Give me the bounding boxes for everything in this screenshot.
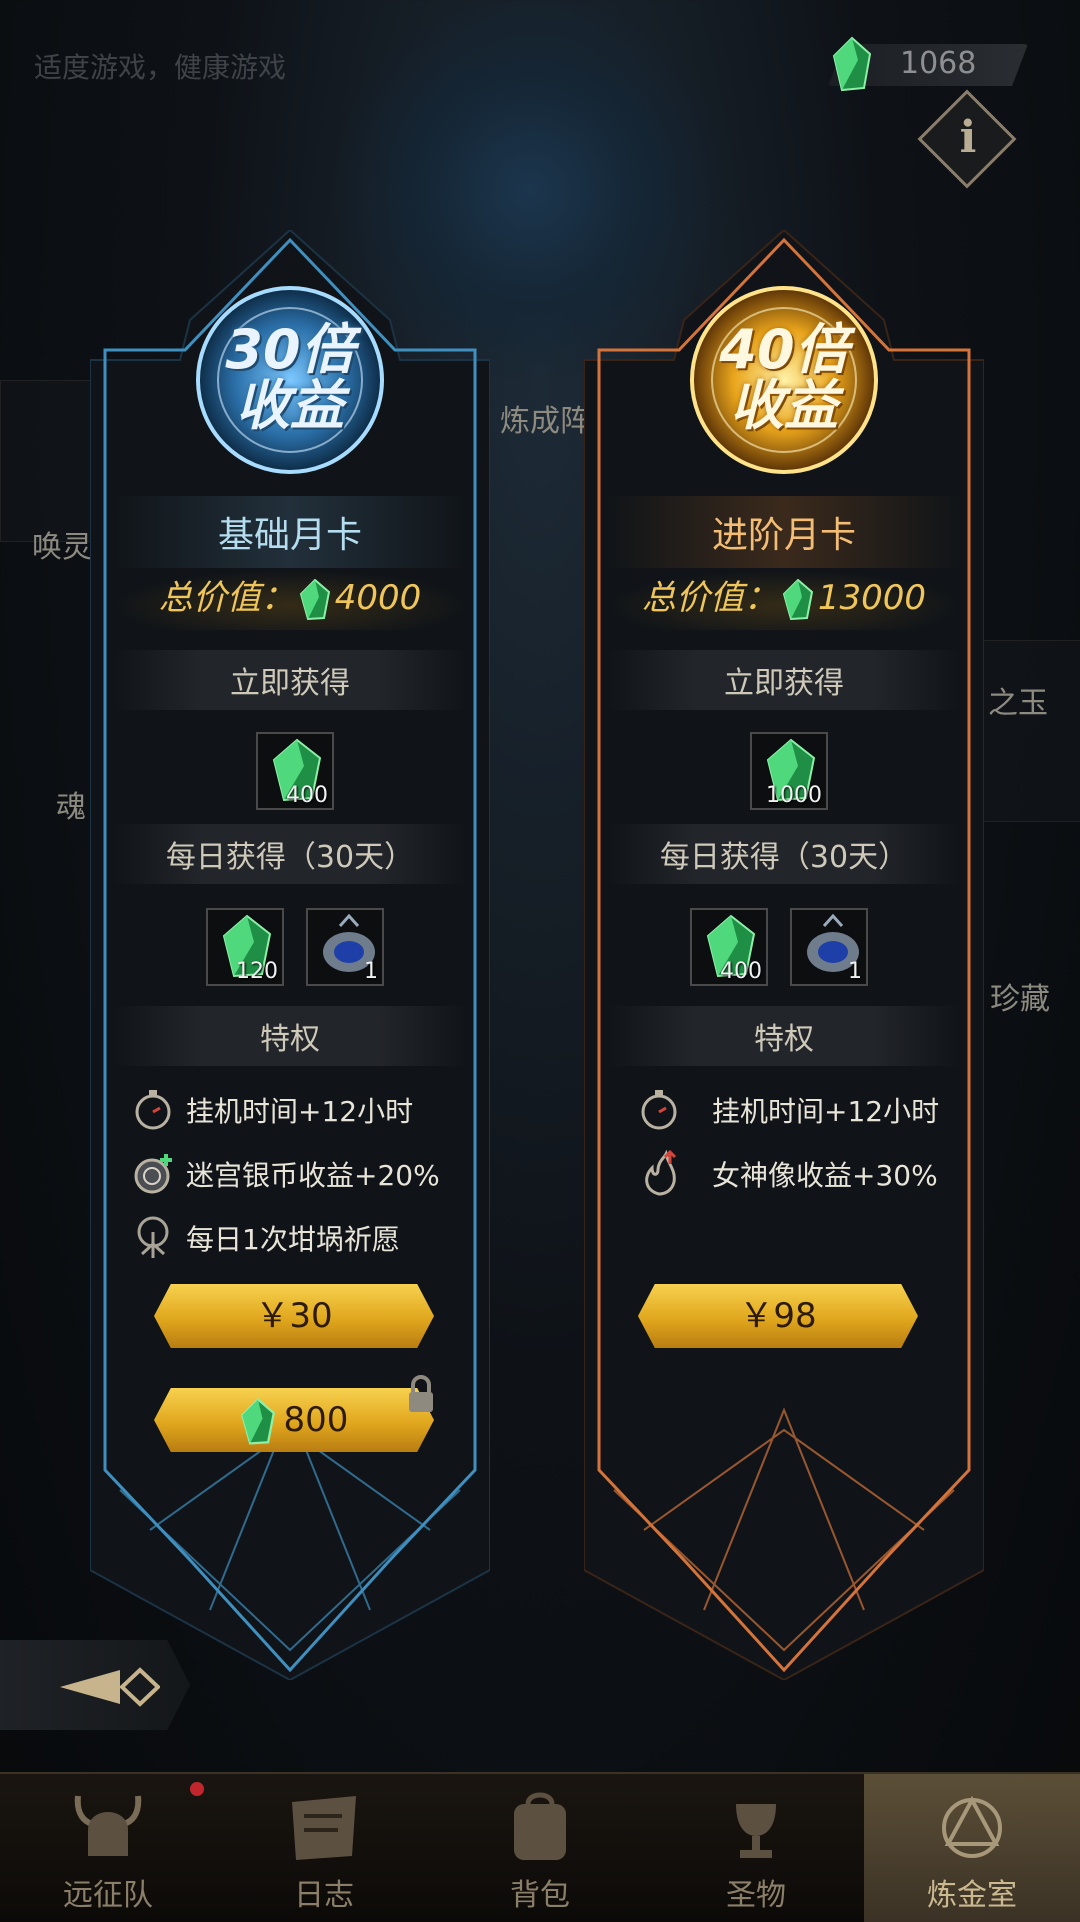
currency-value: 1068 bbox=[900, 46, 977, 81]
backpack-icon bbox=[514, 1792, 566, 1860]
privilege-text: 迷宫银币收益+20% bbox=[186, 1159, 440, 1192]
nav-label: 日志 bbox=[294, 1878, 354, 1913]
horned-helmet-icon bbox=[74, 1795, 142, 1856]
emblem-text: 30倍 收益 bbox=[180, 322, 400, 434]
total-value: 13000 bbox=[817, 578, 927, 618]
privilege-row: 每日1次坩埚祈愿 bbox=[130, 1210, 470, 1266]
background-label-treasure: 珍藏 bbox=[990, 982, 1050, 1017]
daily-reward-heading: 每日获得（30天） bbox=[606, 824, 962, 884]
nav-tab-backpack[interactable]: 背包 bbox=[432, 1774, 648, 1922]
privilege-row: 挂机时间+12小时 bbox=[130, 1082, 470, 1138]
background-label-soul: 魂 bbox=[56, 790, 86, 825]
green-gem-icon bbox=[782, 578, 813, 620]
card-title: 进阶月卡 bbox=[606, 496, 962, 568]
nav-label: 圣物 bbox=[726, 1878, 786, 1913]
privilege-text: 挂机时间+12小时 bbox=[712, 1095, 940, 1128]
item-count: 1000 bbox=[766, 783, 822, 808]
emblem-text: 40倍 收益 bbox=[674, 322, 894, 434]
daily-reward-item-ore[interactable]: 1 bbox=[790, 908, 868, 986]
scroll-map-icon bbox=[292, 1796, 356, 1860]
bottom-navigation: 远征队 日志 背包 圣物 炼金室 bbox=[0, 1772, 1080, 1922]
daily-reward-heading: 每日获得（30天） bbox=[112, 824, 468, 884]
green-gem-icon bbox=[832, 36, 872, 92]
background-label-jade: 之玉 bbox=[988, 686, 1048, 721]
green-gem-icon bbox=[299, 578, 330, 620]
buy-button-gems[interactable]: 800 bbox=[154, 1388, 434, 1452]
flame-arrow-icon bbox=[645, 1150, 677, 1196]
emblem-subtitle: 收益 bbox=[236, 374, 344, 437]
total-value: 4000 bbox=[334, 578, 422, 618]
nav-label: 炼金室 bbox=[927, 1878, 1017, 1913]
stopwatch-icon bbox=[135, 1090, 171, 1130]
item-count: 400 bbox=[720, 959, 762, 984]
alchemy-icon bbox=[942, 1795, 1002, 1858]
item-count: 1 bbox=[848, 959, 862, 984]
instant-reward-item[interactable]: 400 bbox=[256, 732, 334, 810]
nav-tab-alchemy[interactable]: 炼金室 bbox=[864, 1774, 1080, 1922]
privilege-text: 每日1次坩埚祈愿 bbox=[186, 1223, 400, 1256]
background-label-summon: 唤灵 bbox=[32, 530, 92, 565]
emblem-subtitle: 收益 bbox=[730, 374, 838, 437]
buy-button-cash[interactable]: ￥98 bbox=[638, 1284, 918, 1348]
stopwatch-icon bbox=[641, 1090, 677, 1130]
background-frame-left bbox=[0, 380, 102, 542]
item-count: 120 bbox=[236, 959, 278, 984]
privilege-row: 迷宫银币收益+20% bbox=[130, 1146, 470, 1202]
instant-reward-heading: 立即获得 bbox=[112, 650, 468, 710]
emblem-multiplier: 30倍 bbox=[225, 318, 355, 381]
advanced-monthly-card: 40倍 收益 进阶月卡 总价值： 13000 立即获得 1000 每日获得（30天… bbox=[584, 230, 984, 1680]
total-label: 总价值： bbox=[641, 578, 778, 618]
tree-icon bbox=[137, 1216, 169, 1258]
buy-button-cash[interactable]: ￥30 bbox=[154, 1284, 434, 1348]
privilege-heading: 特权 bbox=[606, 1006, 962, 1066]
privilege-text: 女神像收益+30% bbox=[712, 1159, 938, 1192]
health-notice: 适度游戏，健康游戏 bbox=[34, 51, 287, 84]
nav-tab-relics[interactable]: 圣物 bbox=[648, 1774, 864, 1922]
daily-reward-item-ore[interactable]: 1 bbox=[306, 908, 384, 986]
basic-monthly-card: 30倍 收益 基础月卡 总价值： 4000 立即获得 400 每日获得（30天） … bbox=[90, 230, 490, 1680]
card-title: 基础月卡 bbox=[112, 496, 468, 568]
privilege-row: 女神像收益+30% bbox=[636, 1146, 976, 1202]
notification-dot bbox=[190, 1782, 204, 1796]
privilege-text: 挂机时间+12小时 bbox=[186, 1095, 414, 1128]
nav-tab-expedition[interactable]: 远征队 bbox=[0, 1774, 216, 1922]
emblem-multiplier: 40倍 bbox=[719, 318, 849, 381]
silver-coin-plus-icon bbox=[134, 1154, 172, 1194]
privilege-row: 挂机时间+12小时 bbox=[636, 1082, 976, 1138]
total-value-row: 总价值： 4000 bbox=[112, 570, 468, 630]
instant-reward-heading: 立即获得 bbox=[606, 650, 962, 710]
chalice-icon bbox=[736, 1804, 776, 1858]
gem-price: 800 bbox=[283, 1400, 349, 1440]
privilege-heading: 特权 bbox=[112, 1006, 468, 1066]
nav-label: 远征队 bbox=[63, 1878, 153, 1913]
instant-reward-item[interactable]: 1000 bbox=[750, 732, 828, 810]
green-gem-icon bbox=[240, 1397, 275, 1445]
nav-label: 背包 bbox=[510, 1878, 570, 1913]
arrow-left-icon bbox=[60, 1667, 160, 1707]
info-icon: i bbox=[959, 112, 977, 163]
daily-reward-item-gem[interactable]: 120 bbox=[206, 908, 284, 986]
item-count: 400 bbox=[286, 783, 328, 808]
total-label: 总价值： bbox=[158, 578, 295, 618]
lock-icon bbox=[409, 1375, 433, 1412]
total-value-row: 总价值： 13000 bbox=[606, 570, 962, 630]
background-label-array: 炼成阵 bbox=[500, 404, 590, 439]
background-frame-right bbox=[980, 640, 1080, 822]
daily-reward-item-gem[interactable]: 400 bbox=[690, 908, 768, 986]
nav-tab-journal[interactable]: 日志 bbox=[216, 1774, 432, 1922]
item-count: 1 bbox=[364, 959, 378, 984]
